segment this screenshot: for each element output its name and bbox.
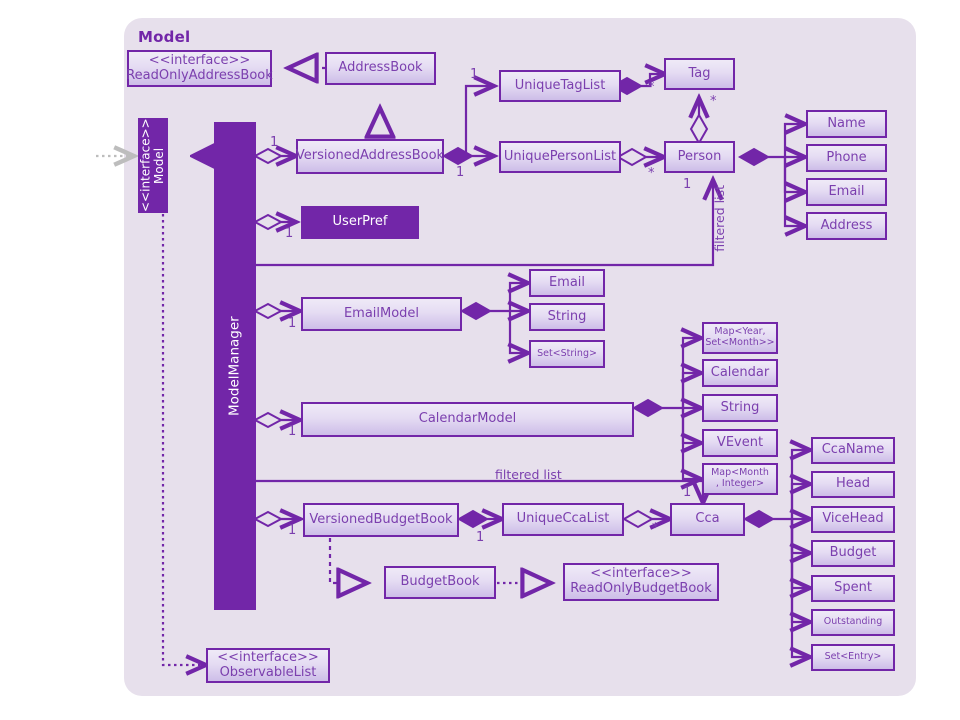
class-head[interactable]: Head (811, 471, 895, 498)
class-outstanding[interactable]: Outstanding (811, 609, 895, 636)
multiplicity-versionedbudgetbook: 1 (288, 523, 297, 538)
label-filtered-list-cca: filtered list (495, 467, 562, 482)
class-email-attribute[interactable]: Email (806, 178, 887, 206)
multiplicity-person-star: * (648, 166, 655, 181)
multiplicity-tag-star: * (648, 80, 655, 95)
multiplicity-emailmodel: 1 (288, 316, 297, 331)
class-cca[interactable]: Cca (670, 503, 745, 536)
class-email-type[interactable]: Email (529, 269, 605, 297)
class-versioned-address-book[interactable]: VersionedAddressBook (296, 139, 444, 174)
multiplicity-uniqueccalist: 1 (476, 530, 485, 545)
class-set-entry[interactable]: Set<Entry> (811, 644, 895, 671)
class-calendar-model[interactable]: CalendarModel (301, 402, 634, 437)
class-phone[interactable]: Phone (806, 144, 887, 172)
class-address[interactable]: Address (806, 212, 887, 240)
class-tag[interactable]: Tag (664, 58, 735, 90)
label-filtered-list-person: filtered list (712, 185, 727, 252)
class-budget[interactable]: Budget (811, 540, 895, 567)
class-map-month-integer[interactable]: Map<Month , Integer> (702, 463, 778, 495)
class-person[interactable]: Person (664, 141, 735, 173)
class-unique-tag-list[interactable]: UniqueTagList (499, 70, 621, 102)
class-string-type[interactable]: String (529, 303, 605, 331)
class-unique-person-list[interactable]: UniquePersonList (499, 141, 621, 173)
multiplicity-cca-filtered: 1 (683, 485, 692, 500)
class-email-model[interactable]: EmailModel (301, 297, 462, 331)
class-read-only-address-book[interactable]: <<interface>> ReadOnlyAddressBook (126, 50, 273, 87)
class-vice-head[interactable]: ViceHead (811, 506, 895, 533)
multiplicity-tag-person-star: * (710, 94, 717, 109)
class-set-string[interactable]: Set<String> (529, 340, 605, 368)
class-vevent[interactable]: VEvent (702, 429, 778, 457)
multiplicity-vab-model: 1 (270, 135, 279, 150)
class-calendar[interactable]: Calendar (702, 359, 778, 387)
diagram-canvas: Model <<interface>> ReadOnlyAddressBook … (0, 0, 960, 720)
class-versioned-budget-book[interactable]: VersionedBudgetBook (303, 503, 459, 537)
class-budget-book[interactable]: BudgetBook (384, 566, 496, 599)
interface-model[interactable]: <<interface>> Model (138, 118, 168, 213)
multiplicity-cca-star: * (652, 521, 659, 536)
class-user-pref[interactable]: UserPref (301, 206, 419, 239)
class-model-manager[interactable]: ModelManager (214, 122, 256, 610)
multiplicity-vab-taglist: 1 (470, 67, 479, 82)
class-unique-cca-list[interactable]: UniqueCcaList (502, 503, 624, 536)
multiplicity-person-filtered: 1 (683, 177, 692, 192)
class-address-book[interactable]: AddressBook (325, 52, 436, 85)
multiplicity-calendarmodel: 1 (288, 424, 297, 439)
class-map-year-set-month[interactable]: Map<Year, Set<Month>> (702, 322, 778, 354)
multiplicity-userpref: 1 (285, 226, 294, 241)
class-cca-name[interactable]: CcaName (811, 437, 895, 464)
class-string-type-2[interactable]: String (702, 394, 778, 422)
interface-observable-list[interactable]: <<interface>> ObservableList (206, 648, 330, 683)
class-name[interactable]: Name (806, 110, 887, 138)
multiplicity-vab-personlist: 1 (456, 165, 465, 180)
page-title: Model (138, 28, 191, 46)
class-spent[interactable]: Spent (811, 575, 895, 602)
interface-read-only-budget-book[interactable]: <<interface>> ReadOnlyBudgetBook (563, 563, 719, 601)
